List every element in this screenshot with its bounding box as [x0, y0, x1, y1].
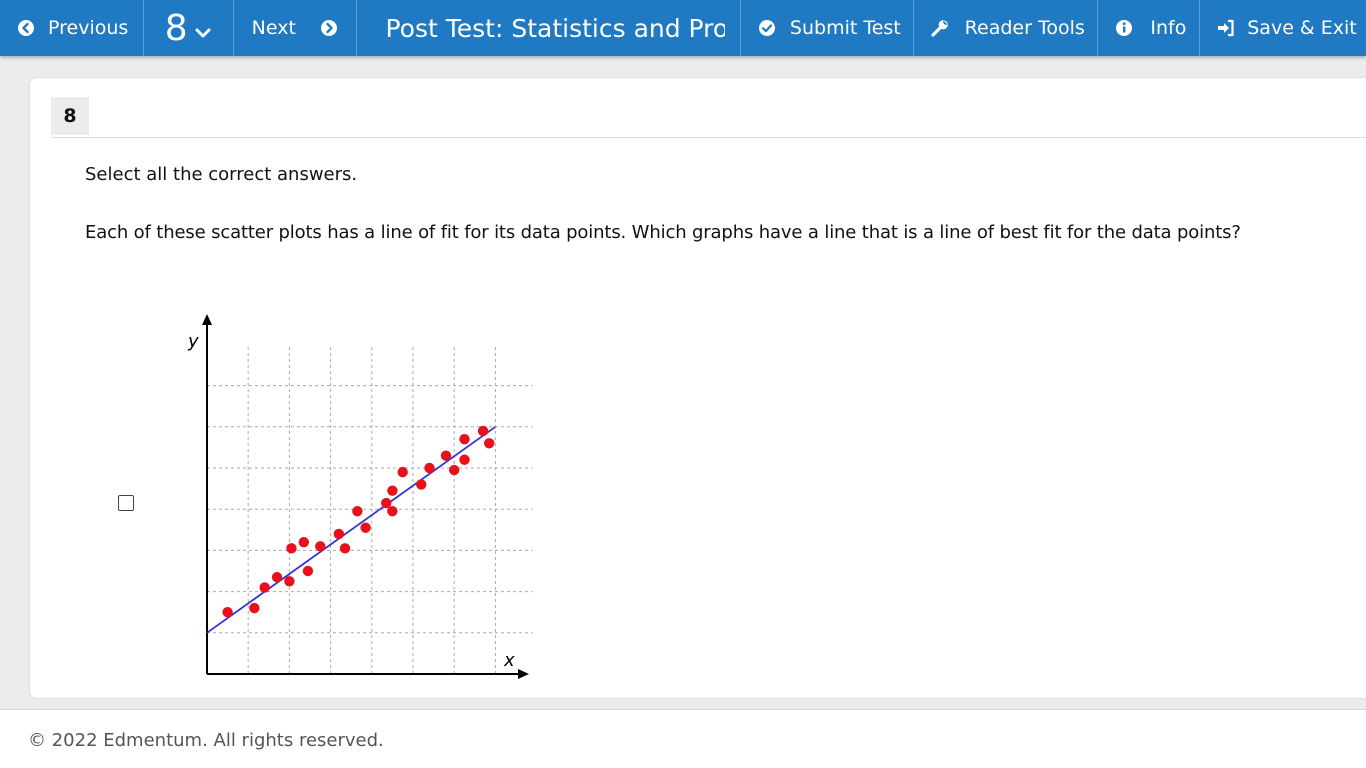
grid	[207, 344, 533, 674]
footer: © 2022 Edmentum. All rights reserved.	[0, 709, 1366, 768]
data-point	[271, 571, 283, 583]
answer-checkbox[interactable]	[118, 495, 134, 511]
top-toolbar: Previous 8 Next Post Test: Statistics an…	[0, 0, 1366, 56]
question-number-badge: 8	[51, 97, 89, 135]
scatter-plot: yx	[187, 314, 533, 679]
data-point	[381, 497, 392, 509]
data-points	[222, 425, 495, 618]
info-button[interactable]: Info	[1098, 0, 1201, 56]
data-point	[459, 454, 470, 465]
line-of-fit	[206, 426, 496, 634]
data-point	[397, 466, 408, 478]
question-card: 8 Select all the correct answers. Each o…	[29, 77, 1366, 699]
y-axis-label: y	[187, 331, 199, 352]
data-point	[259, 582, 270, 593]
data-point	[298, 536, 310, 548]
submit-test-button[interactable]: Submit Test	[741, 0, 914, 56]
data-point	[360, 522, 371, 533]
question-text: Each of these scatter plots has a line o…	[85, 222, 1241, 243]
data-point	[387, 506, 398, 517]
data-point	[477, 425, 489, 437]
submit-test-label: Submit Test	[789, 17, 901, 39]
y-axis-arrow	[202, 314, 212, 325]
chevron-down-icon	[194, 24, 212, 42]
data-point	[484, 438, 495, 449]
data-point	[449, 464, 460, 476]
data-point	[352, 506, 363, 517]
data-point	[249, 602, 260, 614]
next-button[interactable]: Next	[234, 0, 358, 56]
check-circle-icon	[758, 19, 776, 37]
question-number-label: 8	[164, 7, 188, 49]
sign-in-icon	[1217, 19, 1235, 37]
data-point	[339, 543, 351, 554]
save-exit-button[interactable]: Save & Exit	[1200, 0, 1366, 56]
data-point	[302, 565, 314, 577]
save-exit-label: Save & Exit	[1247, 17, 1357, 39]
data-point	[315, 541, 326, 552]
previous-button[interactable]: Previous	[0, 0, 144, 56]
question-instruction: Select all the correct answers.	[85, 164, 358, 185]
arrow-right-circle-icon	[320, 19, 338, 37]
arrow-left-circle-icon	[17, 19, 35, 37]
x-axis-label: x	[503, 650, 515, 671]
previous-label: Previous	[48, 17, 129, 39]
wrench-icon	[931, 19, 949, 37]
data-point	[222, 607, 233, 618]
next-label: Next	[251, 17, 296, 39]
data-point	[440, 450, 452, 461]
info-label: Info	[1150, 17, 1187, 39]
data-point	[387, 485, 398, 496]
test-title-text: Post Test: Statistics and Proba	[385, 13, 726, 43]
test-title: Post Test: Statistics and Proba	[357, 0, 741, 56]
axes: yx	[187, 314, 529, 679]
data-point	[284, 576, 295, 587]
data-point	[416, 479, 427, 490]
fit-line	[206, 426, 496, 634]
data-point	[424, 462, 435, 474]
data-point	[286, 543, 297, 554]
divider	[51, 137, 1366, 138]
data-point	[459, 433, 470, 445]
info-circle-icon	[1115, 19, 1133, 37]
question-number-dropdown[interactable]: 8	[144, 0, 234, 56]
x-axis-arrow	[518, 669, 529, 679]
copyright-text: © 2022 Edmentum. All rights reserved.	[28, 730, 384, 751]
reader-tools-button[interactable]: Reader Tools	[914, 0, 1099, 56]
reader-tools-label: Reader Tools	[964, 17, 1085, 39]
data-point	[333, 528, 345, 540]
